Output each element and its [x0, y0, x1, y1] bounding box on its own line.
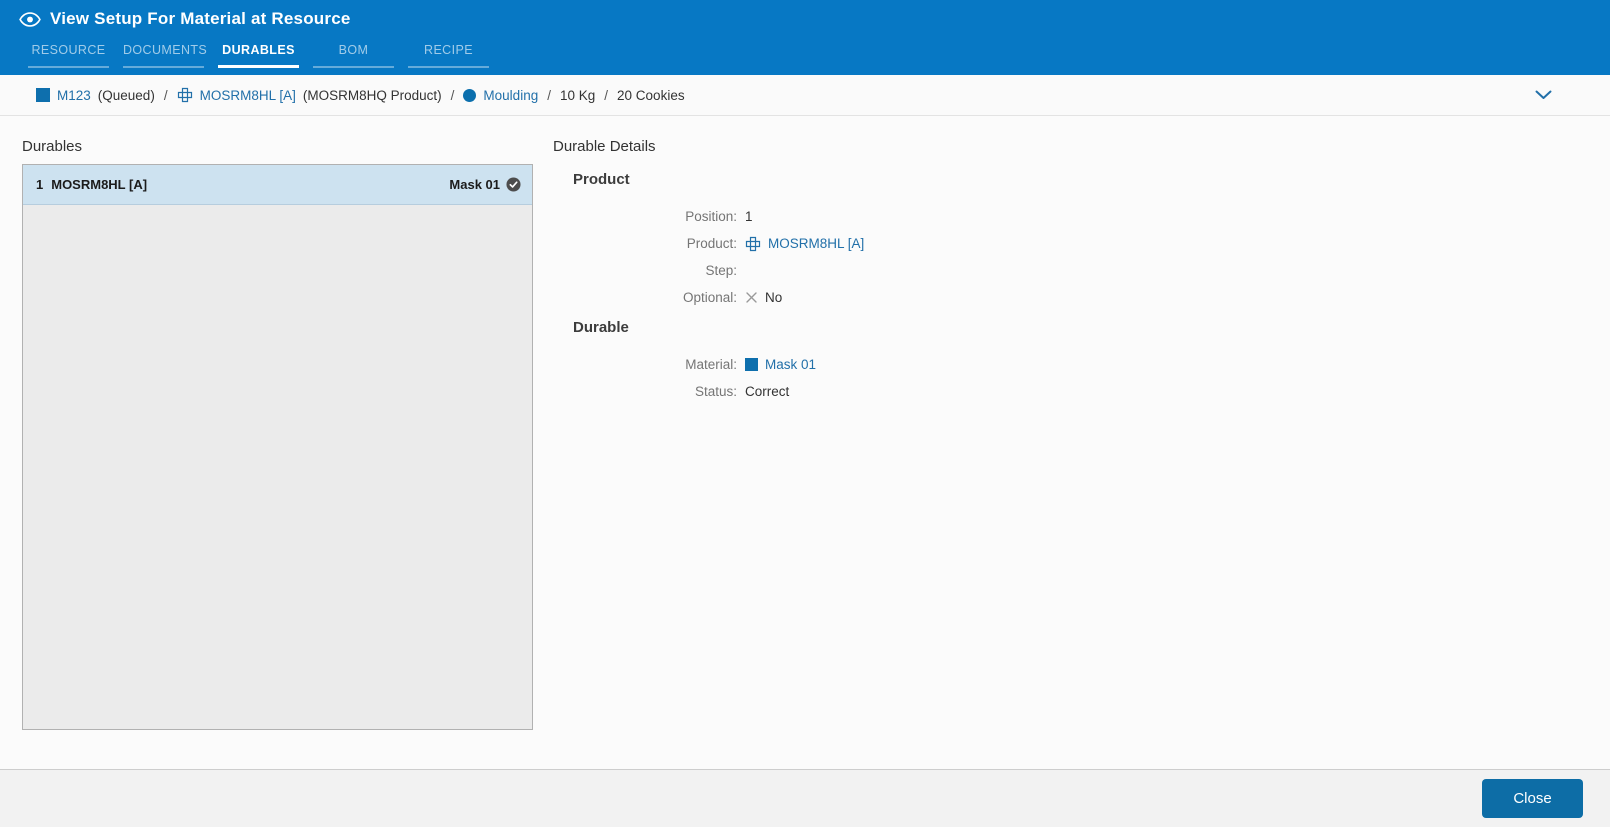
tab-documents[interactable]: DOCUMENTS — [123, 38, 207, 68]
product-icon — [745, 236, 761, 252]
durables-list: 1 MOSRM8HL [A] Mask 01 — [22, 164, 533, 730]
step-label: Step: — [705, 263, 737, 278]
eye-icon — [19, 11, 41, 27]
close-button[interactable]: Close — [1482, 779, 1583, 818]
product-label: Product: — [686, 236, 737, 251]
breadcrumb-material-link[interactable]: M123 — [57, 88, 91, 103]
tab-durables[interactable]: DURABLES — [218, 38, 299, 68]
optional-value: No — [765, 290, 783, 305]
durable-details-panel: Durable Details Product Position: 1 Prod… — [553, 138, 1590, 410]
durable-product-name: MOSRM8HL [A] — [51, 177, 148, 192]
breadcrumb-product-link[interactable]: MOSRM8HL [A] — [200, 88, 296, 103]
product-icon — [177, 87, 193, 103]
chevron-down-icon[interactable] — [1535, 90, 1552, 100]
check-circle-icon — [506, 177, 521, 192]
tab-bom[interactable]: BOM — [313, 38, 394, 68]
product-field: Product: MOSRM8HL [A] — [553, 235, 1590, 252]
step-field: Step: — [553, 262, 1590, 279]
breadcrumb-separator: / — [604, 87, 609, 103]
dialog-header: View Setup For Material at Resource RESO… — [0, 0, 1610, 75]
details-title: Durable Details — [553, 138, 656, 155]
tab-bar: RESOURCE DOCUMENTS DURABLES BOM RECIPE — [28, 38, 1610, 68]
breadcrumb-separator: / — [547, 87, 551, 103]
dialog-footer: Close — [0, 769, 1610, 827]
product-value-link[interactable]: MOSRM8HL [A] — [768, 236, 864, 251]
position-value: 1 — [745, 209, 753, 224]
product-section-heading: Product — [573, 171, 630, 188]
durable-material-name: Mask 01 — [449, 177, 500, 192]
breadcrumb: M123 (Queued) / MOSRM8HL [A] (MOSRM8HQ P… — [0, 75, 1610, 116]
main-content: Durables 1 MOSRM8HL [A] Mask 01 Durable … — [0, 116, 1610, 769]
durable-position: 1 — [36, 177, 44, 192]
material-square-icon — [36, 88, 50, 102]
material-label: Material: — [685, 357, 737, 372]
status-value: Correct — [745, 384, 790, 399]
breadcrumb-material-status: (Queued) — [97, 87, 155, 103]
breadcrumb-separator: / — [163, 87, 168, 103]
breadcrumb-separator: / — [450, 87, 455, 103]
status-label: Status: — [694, 384, 737, 399]
durable-section-heading: Durable — [573, 319, 629, 336]
page-title: View Setup For Material at Resource — [50, 9, 351, 28]
breadcrumb-product-desc: (MOSRM8HQ Product) — [302, 87, 442, 103]
optional-label: Optional: — [682, 290, 737, 305]
durables-panel-title: Durables — [22, 138, 83, 155]
tab-recipe[interactable]: RECIPE — [408, 38, 489, 68]
material-value-link[interactable]: Mask 01 — [765, 357, 816, 372]
tab-resource[interactable]: RESOURCE — [28, 38, 109, 68]
status-field: Status: Correct — [553, 383, 1590, 400]
breadcrumb-quantity-secondary: 20 Cookies — [617, 87, 685, 103]
position-field: Position: 1 — [553, 208, 1590, 225]
position-label: Position: — [685, 209, 737, 224]
breadcrumb-operation-link[interactable]: Moulding — [483, 88, 538, 103]
material-field: Material: Mask 01 — [553, 356, 1590, 373]
material-square-icon — [745, 358, 758, 371]
operation-circle-icon — [463, 88, 477, 102]
optional-field: Optional: No — [553, 289, 1590, 306]
durable-list-item[interactable]: 1 MOSRM8HL [A] Mask 01 — [23, 165, 532, 205]
x-icon — [745, 291, 758, 304]
breadcrumb-quantity-primary: 10 Kg — [559, 87, 596, 103]
